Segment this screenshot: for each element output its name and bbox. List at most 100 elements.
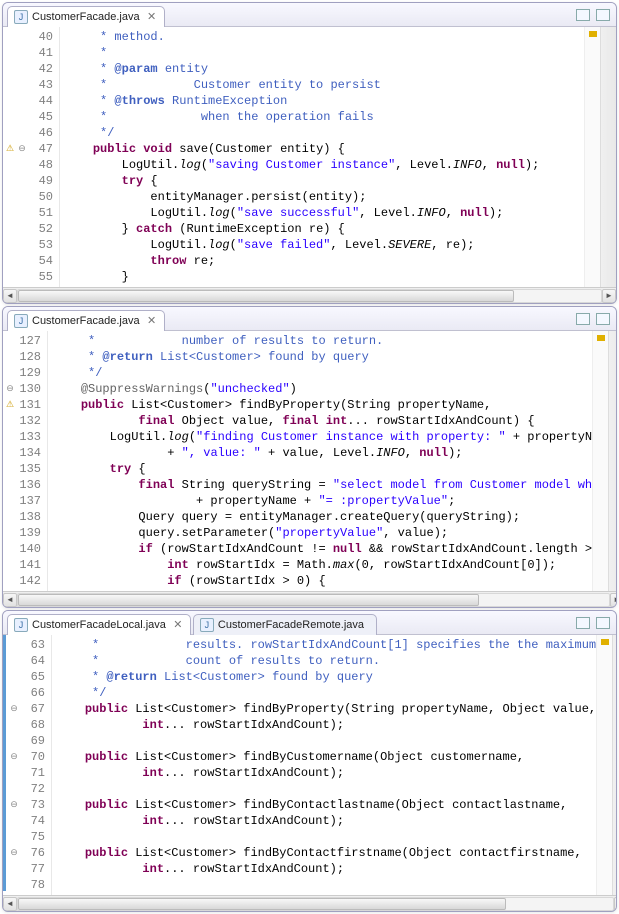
code-line[interactable]: final Object value, final int... rowStar… — [52, 413, 592, 429]
code-line[interactable]: public List<Customer> findByContactlastn… — [56, 797, 596, 813]
maximize-button[interactable] — [596, 313, 610, 325]
close-icon[interactable]: ✕ — [172, 619, 184, 631]
code-line[interactable] — [56, 781, 596, 797]
close-icon[interactable]: ✕ — [146, 11, 158, 23]
code-line[interactable]: */ — [52, 365, 592, 381]
code-line[interactable]: public List<Customer> findByProperty(Str… — [52, 397, 592, 413]
editor-body: 63 64 65 66 ⊖ 67 68 69 ⊖ 70 71 72 — [3, 635, 617, 895]
fold-toggle-icon[interactable]: ⊖ — [9, 704, 19, 714]
close-icon[interactable]: ✕ — [146, 315, 158, 327]
code-line[interactable]: public List<Customer> findByCustomername… — [56, 749, 596, 765]
code-line[interactable]: * — [64, 45, 584, 61]
editor-tab[interactable]: J CustomerFacade.java ✕ — [7, 310, 165, 331]
code-line[interactable]: public List<Customer> findByProperty(Str… — [56, 701, 596, 717]
fold-toggle-icon[interactable]: ⊖ — [5, 384, 15, 394]
line-number: 46 — [29, 126, 53, 140]
code-line[interactable]: + propertyName + "= :propertyValue"; — [52, 493, 592, 509]
code-line[interactable]: int... rowStartIdxAndCount); — [56, 861, 596, 877]
code-area[interactable]: * method. * * @param entity * Customer e… — [60, 27, 584, 287]
code-line[interactable]: */ — [56, 685, 596, 701]
overview-ruler[interactable] — [596, 635, 612, 895]
code-area[interactable]: * results. rowStartIdxAndCount[1] specif… — [52, 635, 596, 895]
maximize-button[interactable] — [596, 9, 610, 21]
code-line[interactable]: } — [64, 269, 584, 285]
code-line[interactable]: @SuppressWarnings("unchecked") — [52, 381, 592, 397]
editor-tab[interactable]: J CustomerFacadeRemote.java — [193, 614, 377, 635]
code-line[interactable] — [56, 733, 596, 749]
warning-icon[interactable]: ⚠ — [5, 400, 15, 410]
code-line[interactable]: * method. — [64, 29, 584, 45]
scroll-track[interactable] — [17, 593, 610, 607]
code-line[interactable]: LogUtil.log("finding Customer instance w… — [52, 429, 592, 445]
code-line[interactable]: LogUtil.log("save successful", Level.INF… — [64, 205, 584, 221]
fold-toggle-icon[interactable]: ⊖ — [17, 144, 27, 154]
code-line[interactable]: * @return List<Customer> found by query — [52, 349, 592, 365]
scroll-left-button[interactable]: ◄ — [3, 897, 17, 911]
code-line[interactable]: int... rowStartIdxAndCount); — [56, 717, 596, 733]
horizontal-scrollbar[interactable]: ◄ ► — [3, 591, 617, 607]
fold-toggle-icon[interactable]: ⊖ — [9, 848, 19, 858]
scroll-thumb[interactable] — [18, 898, 506, 910]
minimize-button[interactable] — [576, 313, 590, 325]
code-line[interactable]: * when the operation fails — [64, 109, 584, 125]
overview-ruler[interactable] — [592, 331, 608, 591]
gutter-row: 44 — [5, 93, 53, 109]
scroll-track[interactable] — [17, 897, 614, 911]
scroll-track[interactable] — [17, 289, 602, 303]
scroll-right-button[interactable]: ► — [602, 289, 616, 303]
fold-toggle-icon[interactable]: ⊖ — [9, 752, 19, 762]
code-line[interactable]: * results. rowStartIdxAndCount[1] specif… — [56, 637, 596, 653]
code-line[interactable]: entityManager.persist(entity); — [64, 189, 584, 205]
code-area[interactable]: * number of results to return. * @return… — [48, 331, 592, 591]
code-line[interactable]: * count of results to return. — [56, 653, 596, 669]
overview-marker[interactable] — [589, 31, 597, 37]
minimize-button[interactable] — [576, 617, 590, 629]
code-line[interactable]: LogUtil.log("save failed", Level.SEVERE,… — [64, 237, 584, 253]
code-line[interactable] — [56, 877, 596, 893]
code-line[interactable]: * Customer entity to persist — [64, 77, 584, 93]
minimize-button[interactable] — [576, 9, 590, 21]
scroll-thumb[interactable] — [18, 290, 514, 302]
vertical-scrollbar[interactable] — [600, 27, 616, 287]
scroll-left-button[interactable]: ◄ — [3, 289, 17, 303]
editor-tab[interactable]: J CustomerFacade.java ✕ — [7, 6, 165, 27]
code-line[interactable]: try { — [64, 173, 584, 189]
code-line[interactable]: + ", value: " + value, Level.INFO, null)… — [52, 445, 592, 461]
overview-ruler[interactable] — [584, 27, 600, 287]
scroll-thumb[interactable] — [18, 594, 479, 606]
code-line[interactable] — [56, 829, 596, 845]
code-line[interactable]: * @param entity — [64, 61, 584, 77]
scroll-right-button[interactable]: ► — [614, 897, 617, 911]
code-line[interactable]: public void save(Customer entity) { — [64, 141, 584, 157]
vertical-scrollbar[interactable] — [612, 635, 617, 895]
code-line[interactable]: if (rowStartIdx > 0) { — [52, 573, 592, 589]
fold-toggle-icon[interactable]: ⊖ — [9, 800, 19, 810]
code-line[interactable]: final String queryString = "select model… — [52, 477, 592, 493]
code-line[interactable]: public List<Customer> findByContactfirst… — [56, 845, 596, 861]
code-line[interactable]: */ — [64, 125, 584, 141]
code-line[interactable]: int... rowStartIdxAndCount); — [56, 765, 596, 781]
code-line[interactable]: throw re; — [64, 253, 584, 269]
horizontal-scrollbar[interactable]: ◄ ► — [3, 895, 617, 911]
code-line[interactable]: } catch (RuntimeException re) { — [64, 221, 584, 237]
scroll-left-button[interactable]: ◄ — [3, 593, 17, 607]
gutter-row: 40 — [5, 29, 53, 45]
vertical-scrollbar[interactable] — [608, 331, 617, 591]
code-line[interactable]: LogUtil.log("saving Customer instance", … — [64, 157, 584, 173]
scroll-right-button[interactable]: ► — [610, 593, 617, 607]
code-line[interactable]: * @return List<Customer> found by query — [56, 669, 596, 685]
overview-marker[interactable] — [597, 335, 605, 341]
warning-icon[interactable]: ⚠ — [5, 144, 15, 154]
code-line[interactable]: int rowStartIdx = Math.max(0, rowStartId… — [52, 557, 592, 573]
overview-marker[interactable] — [601, 639, 609, 645]
code-line[interactable]: query.setParameter("propertyValue", valu… — [52, 525, 592, 541]
code-line[interactable]: int... rowStartIdxAndCount); — [56, 813, 596, 829]
code-line[interactable]: try { — [52, 461, 592, 477]
code-line[interactable]: * number of results to return. — [52, 333, 592, 349]
horizontal-scrollbar[interactable]: ◄ ► — [3, 287, 616, 303]
editor-tab[interactable]: J CustomerFacadeLocal.java ✕ — [7, 614, 191, 635]
maximize-button[interactable] — [596, 617, 610, 629]
code-line[interactable]: if (rowStartIdxAndCount != null && rowSt… — [52, 541, 592, 557]
code-line[interactable]: Query query = entityManager.createQuery(… — [52, 509, 592, 525]
code-line[interactable]: * @throws RuntimeException — [64, 93, 584, 109]
